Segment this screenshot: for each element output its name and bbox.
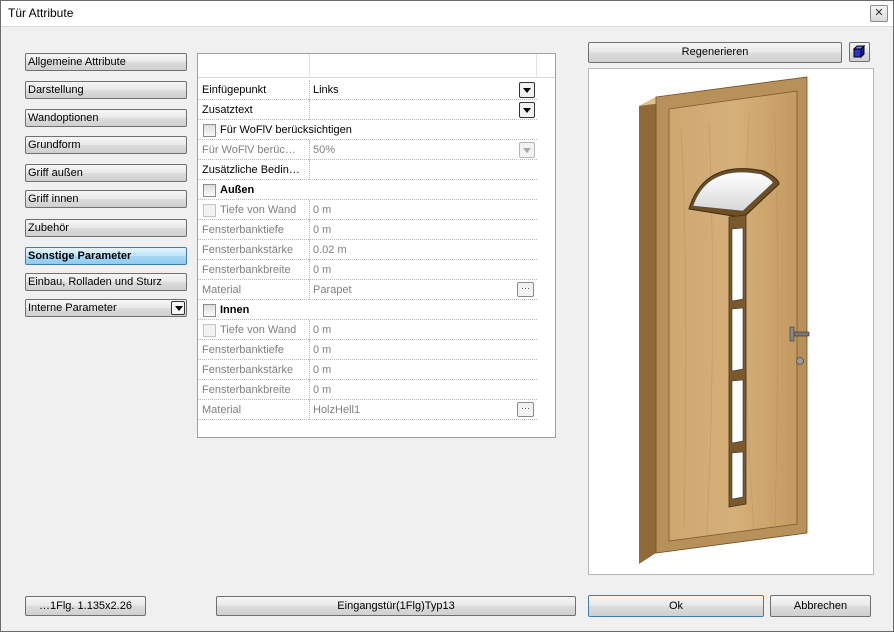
regenerate-button[interactable]: Regenerieren <box>588 42 842 63</box>
door-type-button[interactable]: Eingangstür(1Flg)Typ13 <box>216 596 576 616</box>
view-cube-button[interactable] <box>849 42 870 62</box>
innen-material-browse-button[interactable]: ··· <box>517 402 534 417</box>
aussen-fbtiefe-value: 0 m <box>313 224 332 236</box>
wofiv-checkbox[interactable] <box>203 124 216 137</box>
row-aussen-fbbreite: Fensterbankbreite 0 m <box>198 260 537 280</box>
sidebar-item-allgemeine-attribute[interactable]: Allgemeine Attribute <box>25 53 187 71</box>
row-aussen-fbstaerke: Fensterbankstärke 0.02 m <box>198 240 537 260</box>
sidebar-item-darstellung[interactable]: Darstellung <box>25 81 187 99</box>
prop-label: Fensterbanktiefe <box>202 344 284 356</box>
innen-material-value: HolzHell1 <box>313 404 361 416</box>
innen-fbbreite-value: 0 m <box>313 384 332 396</box>
row-aussen-material: Material Parapet ··· <box>198 280 537 300</box>
sidebar-item-griff-aussen[interactable]: Griff außen <box>25 164 187 182</box>
row-aussen-fbtiefe: Fensterbanktiefe 0 m <box>198 220 537 240</box>
row-innen-tiefe: Tiefe von Wand 0 m <box>198 320 537 340</box>
size-button[interactable]: …1Flg. 1.135x2.26 <box>25 596 146 616</box>
title-bar: Tür Attribute ✕ <box>1 1 893 27</box>
cancel-button[interactable]: Abbrechen <box>770 595 871 617</box>
chevron-down-icon[interactable] <box>519 102 535 118</box>
grid-header <box>198 54 555 78</box>
chevron-down-icon[interactable] <box>519 82 535 98</box>
checkbox-label: Tiefe von Wand <box>220 204 297 216</box>
section-header: Außen <box>220 184 255 196</box>
prop-label: Material <box>202 284 242 296</box>
aussen-tiefe-checkbox <box>203 204 216 217</box>
aussen-fbstaerke-value: 0.02 m <box>313 244 347 256</box>
ok-button[interactable]: Ok <box>588 595 764 617</box>
row-aussen-header: Außen <box>198 180 537 200</box>
aussen-fbbreite-value: 0 m <box>313 264 332 276</box>
row-innen-header: Innen <box>198 300 537 320</box>
innen-fbtiefe-value: 0 m <box>313 344 332 356</box>
prop-label: Fensterbankbreite <box>202 264 291 276</box>
row-zusatztext: Zusatztext <box>198 100 537 120</box>
row-wofiv: Für WoFlV berüc… 50% <box>198 140 537 160</box>
prop-label: Zusätzliche Bedin… <box>202 164 300 176</box>
cube-icon <box>852 44 866 59</box>
property-grid: Einfügepunkt Links Zusatztext Für WoFlV … <box>197 53 556 438</box>
row-wofiv-check: Für WoFlV berücksichtigen <box>198 120 537 140</box>
sidebar-item-sonstige-parameter[interactable]: Sonstige Parameter <box>25 247 187 265</box>
prop-label: Fensterbankbreite <box>202 384 291 396</box>
chevron-down-icon <box>171 301 185 315</box>
aussen-material-value: Parapet <box>313 284 352 296</box>
prop-label: Material <box>202 404 242 416</box>
innen-tiefe-value: 0 m <box>313 324 332 336</box>
interne-parameter-dropdown[interactable]: Interne Parameter <box>25 299 187 317</box>
aussen-checkbox[interactable] <box>203 184 216 197</box>
checkbox-label: Tiefe von Wand <box>220 324 297 336</box>
prop-label: Einfügepunkt <box>202 84 267 96</box>
dropdown-label: Interne Parameter <box>28 302 117 314</box>
sidebar-item-einbau-rolladen-sturz[interactable]: Einbau, Rolladen und Sturz <box>25 273 187 291</box>
einfuegepunkt-value[interactable]: Links <box>313 84 339 96</box>
row-innen-fbbreite: Fensterbankbreite 0 m <box>198 380 537 400</box>
chevron-down-icon <box>519 142 535 158</box>
row-innen-fbstaerke: Fensterbankstärke 0 m <box>198 360 537 380</box>
row-aussen-tiefe: Tiefe von Wand 0 m <box>198 200 537 220</box>
row-innen-fbtiefe: Fensterbanktiefe 0 m <box>198 340 537 360</box>
sidebar-item-zubehoer[interactable]: Zubehör <box>25 219 187 237</box>
prop-label: Für WoFlV berüc… <box>202 144 296 156</box>
door-preview[interactable] <box>588 68 874 575</box>
aussen-tiefe-value: 0 m <box>313 204 332 216</box>
row-einfuegepunkt: Einfügepunkt Links <box>198 80 537 100</box>
innen-tiefe-checkbox <box>203 324 216 337</box>
section-header: Innen <box>220 304 250 316</box>
row-innen-material: Material HolzHell1 ··· <box>198 400 537 420</box>
aussen-material-browse-button[interactable]: ··· <box>517 282 534 297</box>
sidebar-item-wandoptionen[interactable]: Wandoptionen <box>25 109 187 127</box>
window-title: Tür Attribute <box>8 6 74 20</box>
dialog-window: Tür Attribute ✕ Allgemeine Attribute Dar… <box>0 0 894 632</box>
prop-label: Fensterbanktiefe <box>202 224 284 236</box>
row-zusatz-bedingung: Zusätzliche Bedin… <box>198 160 537 180</box>
wofiv-value: 50% <box>313 144 336 156</box>
close-button[interactable]: ✕ <box>870 5 888 22</box>
door-3d-image <box>639 76 810 564</box>
prop-label: Zusatztext <box>202 104 253 116</box>
innen-fbstaerke-value: 0 m <box>313 364 332 376</box>
checkbox-label: Für WoFlV berücksichtigen <box>220 124 352 136</box>
sidebar-item-griff-innen[interactable]: Griff innen <box>25 190 187 208</box>
prop-label: Fensterbankstärke <box>202 244 294 256</box>
prop-label: Fensterbankstärke <box>202 364 294 376</box>
innen-checkbox[interactable] <box>203 304 216 317</box>
sidebar-item-grundform[interactable]: Grundform <box>25 136 187 154</box>
